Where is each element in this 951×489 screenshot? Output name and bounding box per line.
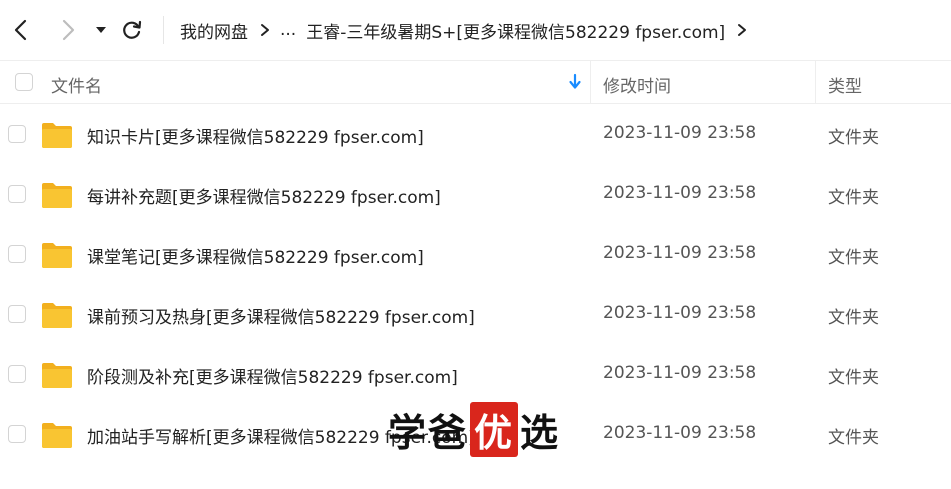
breadcrumb: 我的网盘 ... 王睿-三年级暑期S+[更多课程微信582229 fpser.c…: [180, 0, 757, 60]
chevron-right-icon[interactable]: [737, 23, 747, 37]
file-modified-time: 2023-11-09 23:58: [603, 123, 757, 143]
watermark-highlight: 优: [470, 401, 519, 457]
file-type: 文件夹: [828, 308, 879, 328]
file-name[interactable]: 阶段测及补充[更多课程微信582229 fpser.com]: [87, 363, 458, 388]
column-header-name[interactable]: 文件名: [51, 72, 102, 97]
watermark-text: 学爸: [388, 409, 469, 455]
row-checkbox[interactable]: [8, 365, 26, 383]
table-row[interactable]: 课堂笔记[更多课程微信582229 fpser.com] 2023-11-09 …: [0, 224, 951, 284]
breadcrumb-root[interactable]: 我的网盘: [180, 18, 248, 43]
chevron-right-icon: [62, 19, 75, 41]
back-button[interactable]: [6, 14, 36, 46]
dropdown-triangle-icon: [96, 27, 106, 33]
row-checkbox[interactable]: [8, 185, 26, 203]
column-divider[interactable]: [815, 61, 816, 104]
column-header-type[interactable]: 类型: [828, 72, 862, 97]
chevron-left-icon: [14, 19, 27, 41]
file-modified-time: 2023-11-09 23:58: [603, 243, 757, 263]
folder-icon: [42, 303, 72, 328]
file-type: 文件夹: [828, 128, 879, 148]
chevron-right-icon: [260, 23, 270, 37]
table-row[interactable]: 知识卡片[更多课程微信582229 fpser.com] 2023-11-09 …: [0, 104, 951, 164]
forward-button[interactable]: [53, 14, 83, 46]
folder-icon: [42, 183, 72, 208]
history-dropdown-button[interactable]: [87, 14, 115, 46]
row-checkbox[interactable]: [8, 425, 26, 443]
file-type: 文件夹: [828, 188, 879, 208]
file-name[interactable]: 课堂笔记[更多课程微信582229 fpser.com]: [87, 243, 424, 268]
folder-icon: [42, 363, 72, 388]
table-row[interactable]: 阶段测及补充[更多课程微信582229 fpser.com] 2023-11-0…: [0, 344, 951, 404]
column-divider[interactable]: [590, 61, 591, 104]
file-modified-time: 2023-11-09 23:58: [603, 423, 757, 443]
watermark-logo: 学爸 优 选: [388, 401, 561, 457]
folder-icon: [42, 243, 72, 268]
row-checkbox[interactable]: [8, 305, 26, 323]
file-name[interactable]: 每讲补充题[更多课程微信582229 fpser.com]: [87, 183, 441, 208]
watermark-text: 选: [520, 409, 561, 455]
file-name[interactable]: 知识卡片[更多课程微信582229 fpser.com]: [87, 123, 424, 148]
row-checkbox[interactable]: [8, 245, 26, 263]
file-modified-time: 2023-11-09 23:58: [603, 303, 757, 323]
column-header-time[interactable]: 修改时间: [603, 72, 671, 97]
row-checkbox[interactable]: [8, 125, 26, 143]
file-type: 文件夹: [828, 368, 879, 388]
table-row[interactable]: 课前预习及热身[更多课程微信582229 fpser.com] 2023-11-…: [0, 284, 951, 344]
table-header: 文件名 修改时间 类型: [0, 60, 951, 104]
file-type: 文件夹: [828, 248, 879, 268]
refresh-icon: [123, 20, 142, 39]
refresh-button[interactable]: [117, 14, 147, 46]
folder-icon: [42, 123, 72, 148]
file-modified-time: 2023-11-09 23:58: [603, 183, 757, 203]
breadcrumb-ellipsis[interactable]: ...: [280, 20, 296, 40]
select-all-checkbox[interactable]: [15, 73, 33, 91]
toolbar: 我的网盘 ... 王睿-三年级暑期S+[更多课程微信582229 fpser.c…: [0, 0, 951, 60]
file-modified-time: 2023-11-09 23:58: [603, 363, 757, 383]
toolbar-divider: [163, 16, 164, 44]
breadcrumb-current[interactable]: 王睿-三年级暑期S+[更多课程微信582229 fpser.com]: [306, 18, 725, 43]
sort-down-arrow-icon[interactable]: [568, 73, 582, 96]
folder-icon: [42, 423, 72, 448]
file-type: 文件夹: [828, 428, 879, 448]
file-name[interactable]: 课前预习及热身[更多课程微信582229 fpser.com]: [87, 303, 475, 328]
table-row[interactable]: 每讲补充题[更多课程微信582229 fpser.com] 2023-11-09…: [0, 164, 951, 224]
